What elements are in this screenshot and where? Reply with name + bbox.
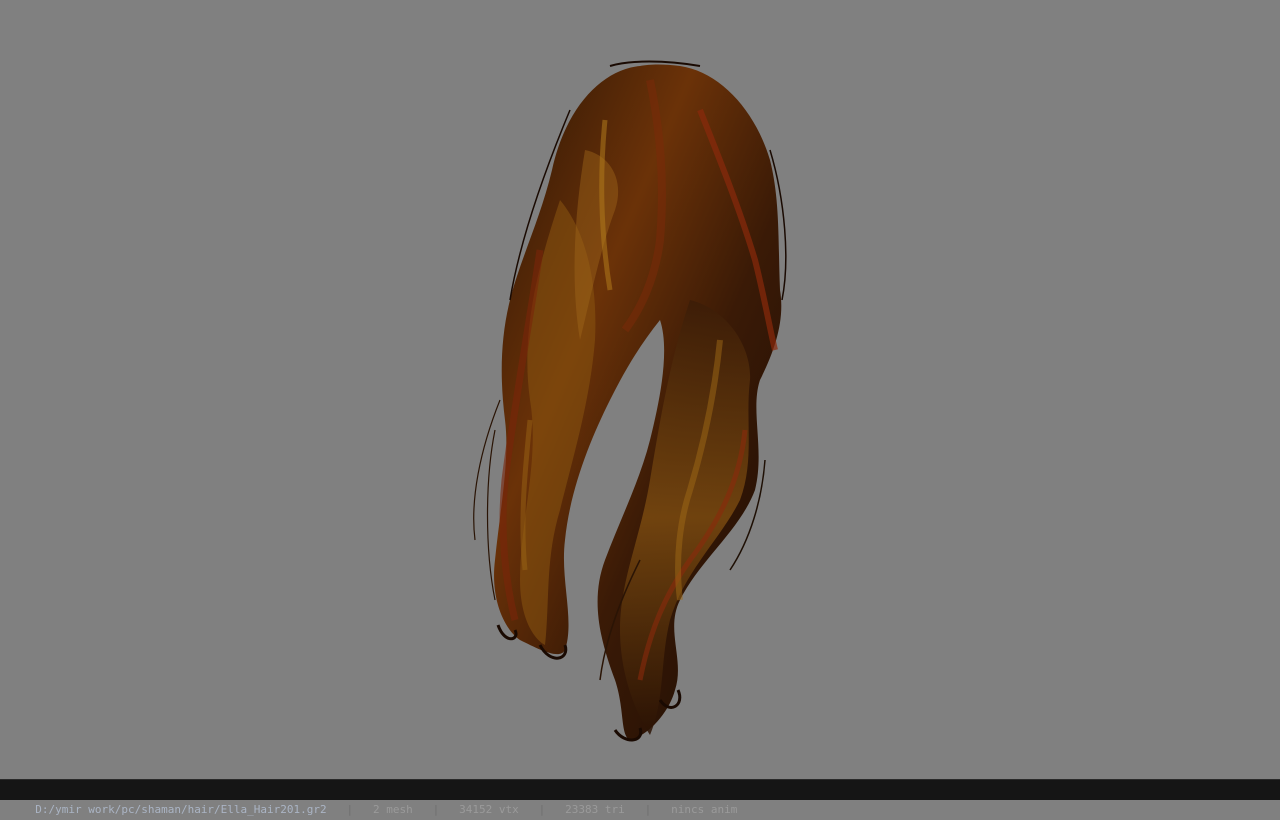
separator: | bbox=[644, 803, 652, 816]
3d-viewport[interactable] bbox=[0, 0, 1280, 779]
separator: | bbox=[346, 803, 354, 816]
separator: | bbox=[538, 803, 546, 816]
status-bar: D:/ymir work/pc/shaman/hair/Ella_Hair201… bbox=[0, 779, 1280, 816]
hair-model bbox=[473, 60, 787, 742]
file-path-label: D:/ymir work/pc/shaman/hair/Ella_Hair201… bbox=[35, 803, 327, 816]
mesh-count-label: 2 mesh bbox=[373, 803, 413, 816]
triangle-count-label: 23383 tri bbox=[565, 803, 625, 816]
vertex-count-label: 34152 vtx bbox=[459, 803, 519, 816]
separator: | bbox=[432, 803, 440, 816]
animation-status-label: nincs anim bbox=[671, 803, 738, 816]
